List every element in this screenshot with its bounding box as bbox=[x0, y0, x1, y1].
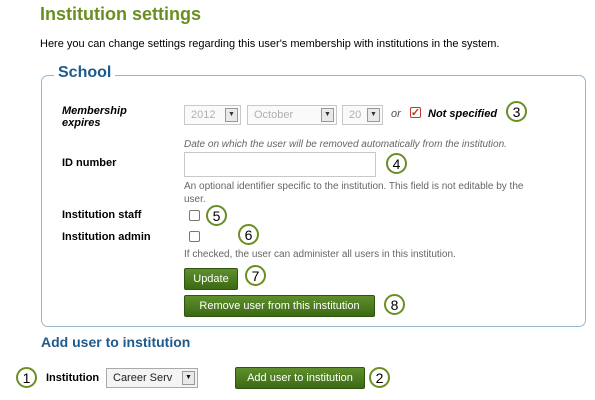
institution-label: Institution bbox=[46, 372, 100, 384]
chevron-down-icon: ▼ bbox=[225, 108, 238, 122]
callout-7: 7 bbox=[245, 265, 266, 286]
membership-label-line1: Membership bbox=[62, 105, 127, 117]
month-select-value: October bbox=[254, 109, 294, 121]
page-title: Institution settings bbox=[40, 4, 201, 24]
institution-admin-description: If checked, the user can administer all … bbox=[184, 249, 456, 260]
callout-3: 3 bbox=[506, 101, 527, 122]
institution-staff-checkbox[interactable] bbox=[189, 210, 200, 221]
institution-select-value: Career Serv bbox=[113, 372, 173, 384]
or-text: or bbox=[391, 108, 401, 120]
membership-description: Date on which the user will be removed a… bbox=[184, 139, 507, 150]
callout-4: 4 bbox=[386, 153, 407, 174]
institution-staff-label: Institution staff bbox=[62, 209, 142, 221]
membership-label-line2: expires bbox=[62, 117, 101, 129]
month-select[interactable]: October ▼ bbox=[247, 105, 337, 125]
day-select[interactable]: 20 ▼ bbox=[342, 105, 383, 125]
chevron-down-icon: ▼ bbox=[367, 108, 380, 122]
chevron-down-icon: ▼ bbox=[321, 108, 334, 122]
callout-2: 2 bbox=[369, 367, 390, 388]
id-number-description-line2: user. bbox=[184, 194, 206, 205]
id-number-description: An optional identifier specific to the i… bbox=[184, 180, 579, 206]
id-number-input[interactable] bbox=[184, 152, 376, 177]
id-number-label: ID number bbox=[62, 157, 117, 169]
checkmark-icon: ✓ bbox=[410, 106, 421, 119]
add-user-button[interactable]: Add user to institution bbox=[235, 367, 365, 389]
institution-admin-checkbox[interactable] bbox=[189, 231, 200, 242]
membership-expires-label: Membership expires bbox=[62, 105, 127, 129]
institution-legend: School bbox=[54, 64, 116, 82]
callout-8: 8 bbox=[384, 294, 405, 315]
chevron-down-icon: ▼ bbox=[182, 371, 195, 385]
callout-5: 5 bbox=[206, 205, 227, 226]
not-specified-checkbox[interactable]: ✓ bbox=[410, 107, 421, 118]
callout-6: 6 bbox=[238, 224, 259, 245]
not-specified-label: Not specified bbox=[428, 108, 498, 120]
update-button[interactable]: Update bbox=[184, 268, 238, 290]
callout-1: 1 bbox=[16, 367, 37, 388]
page-intro: Here you can change settings regarding t… bbox=[40, 38, 500, 50]
day-select-value: 20 bbox=[349, 109, 362, 121]
institution-select[interactable]: Career Serv ▼ bbox=[106, 368, 198, 388]
institution-admin-label: Institution admin bbox=[62, 231, 151, 243]
id-number-description-line1: An optional identifier specific to the i… bbox=[184, 181, 524, 192]
year-select[interactable]: 2012 ▼ bbox=[184, 105, 241, 125]
year-select-value: 2012 bbox=[191, 109, 216, 121]
remove-user-button[interactable]: Remove user from this institution bbox=[184, 295, 375, 317]
add-user-heading: Add user to institution bbox=[41, 334, 191, 350]
